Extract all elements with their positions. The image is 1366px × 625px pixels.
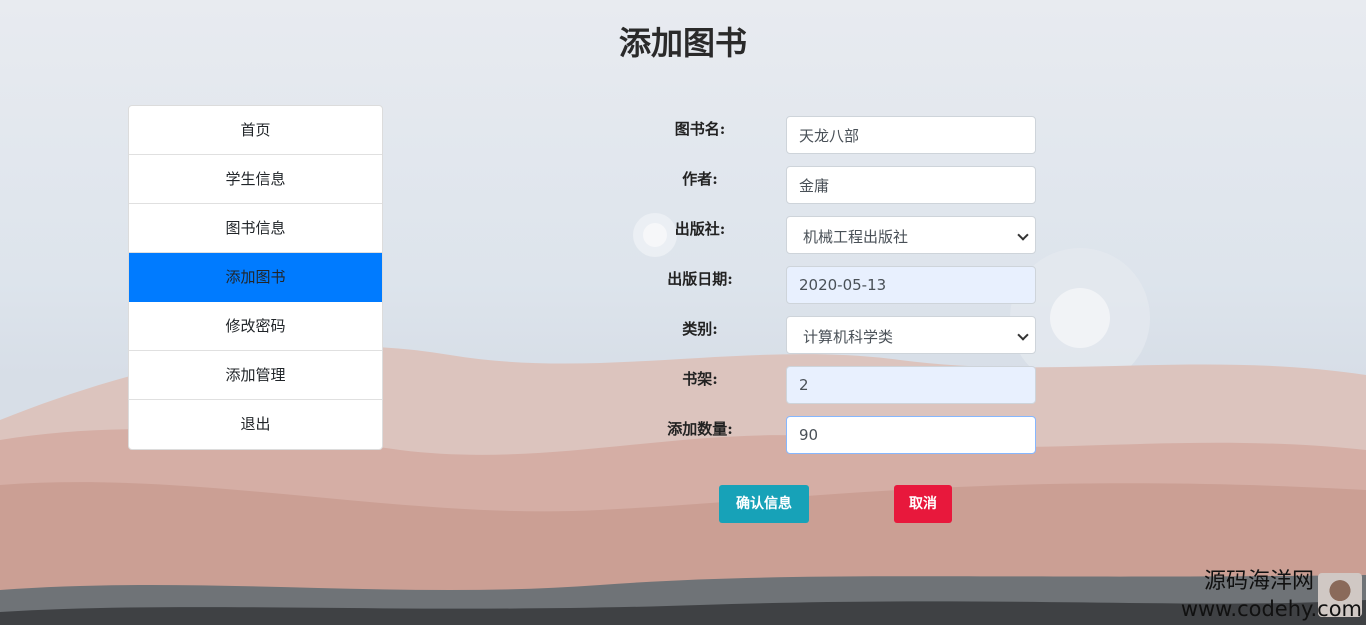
- form-row-book-name: 图书名:: [600, 116, 1040, 166]
- category-select-value: 计算机科学类: [803, 328, 894, 346]
- form-row-shelf: 书架:: [600, 366, 1040, 416]
- publish-date-input[interactable]: [786, 266, 1036, 304]
- quantity-input[interactable]: [786, 416, 1036, 454]
- sidebar-item-logout[interactable]: 退出: [129, 400, 382, 449]
- cancel-button[interactable]: 取消: [894, 485, 952, 523]
- category-select[interactable]: 计算机科学类: [786, 316, 1036, 354]
- form-row-publisher: 出版社: 机械工程出版社: [600, 216, 1040, 266]
- sidebar-item-add-admin[interactable]: 添加管理: [129, 351, 382, 400]
- sidebar-item-home[interactable]: 首页: [129, 106, 382, 155]
- publish-date-label: 出版日期:: [667, 270, 733, 288]
- publisher-label: 出版社:: [674, 220, 726, 238]
- form-row-category: 类别: 计算机科学类: [600, 316, 1040, 366]
- author-input[interactable]: [786, 166, 1036, 204]
- form-row-quantity: 添加数量:: [600, 416, 1040, 466]
- category-label: 类别:: [682, 320, 718, 338]
- sidebar-nav: 首页 学生信息 图书信息 添加图书 修改密码 添加管理 退出: [128, 105, 383, 450]
- shelf-label: 书架:: [682, 370, 718, 388]
- chevron-down-icon: [1017, 229, 1029, 241]
- book-name-input[interactable]: [786, 116, 1036, 154]
- confirm-button[interactable]: 确认信息: [719, 485, 809, 523]
- sidebar-item-add-book[interactable]: 添加图书: [129, 253, 382, 302]
- book-name-label: 图书名:: [674, 120, 726, 138]
- watermark-site-url: www.codehy.com: [1180, 597, 1362, 621]
- publisher-select[interactable]: 机械工程出版社: [786, 216, 1036, 254]
- site-watermark: 源码海洋网 www.codehy.com: [1156, 569, 1366, 625]
- sidebar-item-book-info[interactable]: 图书信息: [129, 204, 382, 253]
- author-label: 作者:: [682, 170, 718, 188]
- publisher-select-value: 机械工程出版社: [803, 228, 909, 246]
- watermark-site-name: 源码海洋网: [1203, 569, 1314, 594]
- form-row-publish-date: 出版日期:: [600, 266, 1040, 316]
- sidebar-item-change-password[interactable]: 修改密码: [129, 302, 382, 351]
- sidebar-item-student-info[interactable]: 学生信息: [129, 155, 382, 204]
- quantity-label: 添加数量:: [667, 420, 733, 438]
- add-book-form: 图书名: 作者: 出版社: 机械工程出版社 出版日期: 类别: 计算机科学类 书…: [600, 116, 1040, 466]
- form-row-author: 作者:: [600, 166, 1040, 216]
- chevron-down-icon: [1017, 329, 1029, 341]
- page-title: 添加图书: [618, 24, 747, 62]
- shelf-input[interactable]: [786, 366, 1036, 404]
